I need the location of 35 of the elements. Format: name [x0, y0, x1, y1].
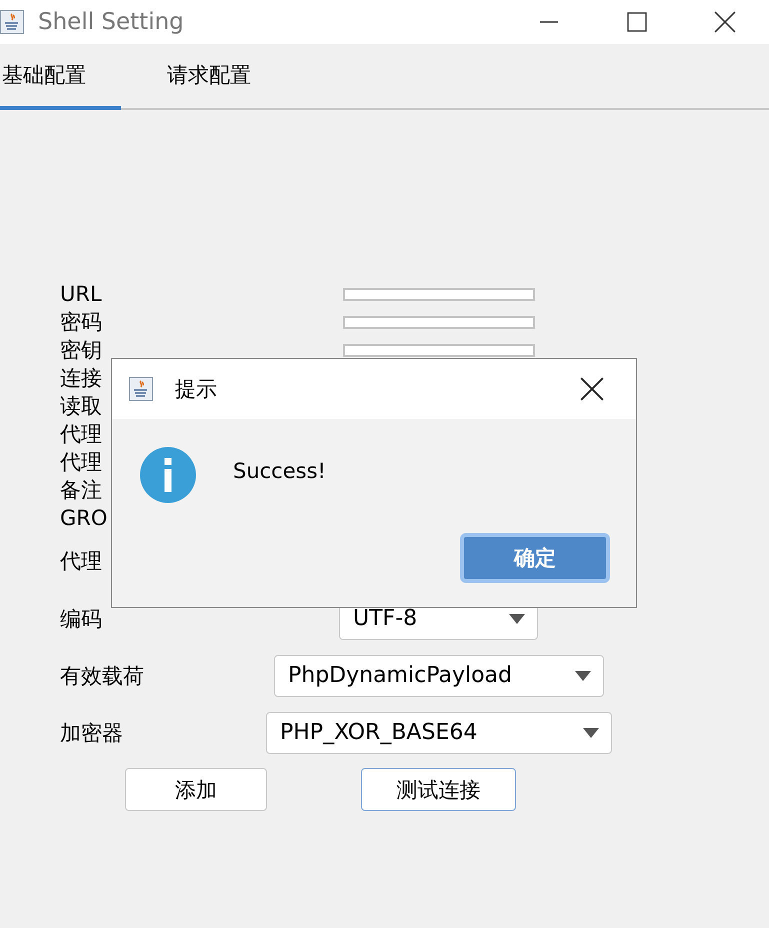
field-label: 密钥 — [60, 337, 102, 364]
field-label: 加密器 — [60, 720, 123, 746]
field-label: 代理 — [60, 449, 102, 476]
dialog-message: Success! — [233, 459, 326, 483]
close-icon[interactable] — [580, 377, 604, 401]
java-icon — [129, 377, 153, 401]
input-field[interactable] — [343, 344, 535, 356]
action-button[interactable]: 添加 — [125, 768, 267, 811]
info-icon — [140, 447, 196, 503]
field-label: 编码 — [60, 606, 102, 632]
field-label: GRO — [60, 506, 108, 530]
field-label: 备注 — [60, 477, 102, 504]
caret-icon — [583, 728, 599, 738]
caret-icon — [575, 670, 591, 680]
window-title: Shell Setting — [38, 9, 185, 35]
field-label: 代理 — [60, 548, 102, 575]
field-label: 密码 — [60, 309, 102, 336]
field-label: 有效载荷 — [60, 662, 144, 690]
field-label: 读取 — [60, 393, 102, 420]
dialog-title: 提示 — [175, 376, 218, 403]
input-field[interactable] — [343, 288, 535, 300]
java-icon — [0, 10, 24, 34]
tab[interactable]: 基础配置 — [0, 44, 121, 110]
tab[interactable]: 请求配置 — [165, 44, 253, 110]
field-label: 代理 — [60, 421, 102, 448]
close-icon[interactable] — [714, 11, 736, 33]
maximize-icon[interactable] — [627, 12, 647, 32]
field-label: 连接 — [60, 365, 102, 392]
dropdown[interactable]: PhpDynamicPayload — [274, 654, 604, 696]
dropdown[interactable]: PHP_XOR_BASE64 — [266, 712, 612, 754]
field-label: URL — [60, 282, 102, 306]
input-field[interactable] — [343, 316, 535, 328]
ok-button[interactable]: 确定 — [460, 533, 610, 583]
action-button[interactable]: 测试连接 — [361, 768, 516, 811]
caret-icon — [509, 614, 525, 624]
